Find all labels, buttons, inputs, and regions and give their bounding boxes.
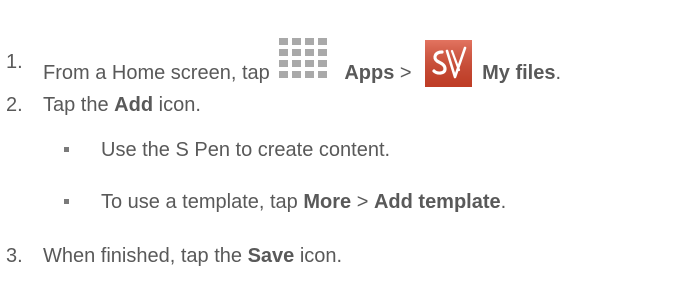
step-number: 3. <box>6 245 23 267</box>
step-1-prefix: From a Home screen, tap <box>43 61 270 84</box>
separator: > <box>356 191 369 213</box>
add-label: Add <box>114 94 154 116</box>
step-3-suffix: icon. <box>299 245 343 267</box>
more-label: More <box>303 191 352 213</box>
step-3-prefix: When finished, tap the <box>43 245 243 267</box>
apps-grid-icon <box>279 38 340 85</box>
bullet-2-prefix: To use a template, tap <box>101 191 298 213</box>
bullet-text: Use the S Pen to create content. <box>101 139 391 161</box>
my-files-icon <box>425 40 473 87</box>
separator: > <box>399 61 412 84</box>
step-text: From a Home screen, tap Apps > My files. <box>43 38 562 97</box>
step-2-prefix: Tap the <box>43 94 109 116</box>
save-label: Save <box>247 245 295 267</box>
my-files-label: My files <box>482 61 556 84</box>
bullet-square-icon <box>64 199 69 204</box>
bullet-text: To use a template, tap More > Add templa… <box>101 190 506 214</box>
step-2-suffix: icon. <box>158 94 201 116</box>
step-text: When finished, tap the Save icon. <box>43 244 342 268</box>
step-number: 2. <box>6 94 23 116</box>
step-number: 1. <box>6 51 23 73</box>
add-template-label: Add template <box>373 191 501 213</box>
step-text: Tap the Add icon. <box>43 93 201 117</box>
bullet-2-end: . <box>500 191 507 213</box>
bullet-square-icon <box>64 147 69 152</box>
step-1-end: . <box>555 61 562 84</box>
apps-label: Apps <box>344 61 395 84</box>
